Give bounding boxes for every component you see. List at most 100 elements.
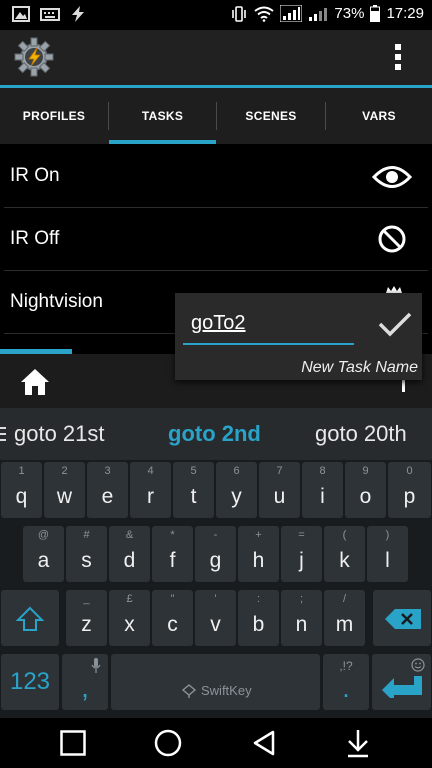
task-row-ir-off[interactable]: IR Off [0, 208, 432, 271]
key-main: e [101, 485, 114, 508]
tasker-gear-icon[interactable] [14, 37, 54, 77]
key-sub: # [83, 529, 90, 541]
task-label: IR Off [10, 228, 60, 249]
key-z[interactable]: _ z [66, 590, 107, 646]
check-icon[interactable] [378, 311, 412, 337]
key-u[interactable]: 7u [259, 462, 300, 518]
status-bar: 73% 17:29 [0, 0, 432, 30]
key-r[interactable]: 4r [130, 462, 171, 518]
key-sub: £ [126, 593, 133, 605]
key-y[interactable]: 6y [216, 462, 257, 518]
key-o[interactable]: 9o [345, 462, 386, 518]
key-c[interactable]: " c [152, 590, 193, 646]
task-name-input[interactable] [185, 307, 365, 339]
key-sub: / [342, 593, 347, 605]
shift-key[interactable] [1, 590, 59, 646]
key-p[interactable]: 0p [388, 462, 431, 518]
key-sub: 0 [406, 465, 413, 477]
key-main: i [320, 485, 325, 508]
key-main: n [295, 613, 308, 636]
period-key[interactable]: ,!? . [323, 654, 369, 710]
key-main: s [81, 549, 92, 572]
key-main: c [167, 613, 178, 636]
key-sub: : [256, 593, 261, 605]
key-main: t [190, 485, 197, 508]
more-vert-icon[interactable] [392, 42, 404, 72]
key-main: h [252, 549, 265, 572]
tab-scenes[interactable]: SCENES [217, 88, 325, 144]
key-main: b [252, 613, 265, 636]
hide-keyboard-icon[interactable] [345, 728, 371, 758]
key-main: w [56, 485, 73, 508]
enter-key[interactable] [372, 654, 431, 710]
key-sub: 3 [104, 465, 111, 477]
menu-lines-icon[interactable] [0, 426, 8, 442]
key-main: f [169, 549, 176, 572]
battery-icon [370, 5, 381, 22]
input-underline [183, 343, 354, 345]
new-task-name-popup: New Task Name [175, 293, 422, 380]
key-main: g [209, 549, 222, 572]
key-sub: + [255, 529, 262, 541]
key-m[interactable]: / m [324, 590, 365, 646]
key-sub: ( [342, 529, 347, 541]
key-b[interactable]: :b [238, 590, 279, 646]
comma-label: , [81, 672, 89, 703]
key-f[interactable]: * f [152, 526, 193, 582]
home-icon[interactable] [20, 368, 50, 396]
key-g[interactable]: -g [195, 526, 236, 582]
suggestion-center[interactable]: goto 2nd [168, 421, 261, 447]
vibrate-icon [232, 5, 247, 22]
key-sub: 7 [276, 465, 283, 477]
key-x[interactable]: £ x [109, 590, 150, 646]
key-n[interactable]: ; n [281, 590, 322, 646]
key-t[interactable]: 5t [173, 462, 214, 518]
numbers-label: 123 [9, 668, 51, 695]
task-row-ir-on[interactable]: IR On [0, 145, 432, 208]
key-sub: ) [385, 529, 390, 541]
key-sub: ' [214, 593, 217, 605]
key-e[interactable]: 3e [87, 462, 128, 518]
tab-vars[interactable]: VARS [326, 88, 432, 144]
key-main: p [403, 485, 416, 508]
suggestion-right[interactable]: goto 20th [315, 421, 407, 447]
key-l[interactable]: ) l [367, 526, 408, 582]
recent-apps-icon[interactable] [60, 730, 86, 756]
key-i[interactable]: 8i [302, 462, 343, 518]
space-key[interactable]: SwiftKey [111, 654, 320, 710]
suggestion-left[interactable]: goto 21st [14, 421, 105, 447]
key-w[interactable]: 2w [44, 462, 85, 518]
key-main: v [210, 613, 221, 636]
keyboard-notification-icon [40, 8, 60, 21]
tab-profiles[interactable]: PROFILES [0, 88, 108, 144]
suggestion-strip: goto 21st goto 2nd goto 20th [0, 408, 432, 460]
swiftkey-logo-icon [181, 684, 197, 698]
flash-notification-icon [72, 6, 84, 22]
key-main: x [124, 613, 135, 636]
key-main: r [147, 485, 154, 508]
navigation-bar [0, 718, 432, 768]
home-nav-icon[interactable] [154, 729, 182, 757]
key-h[interactable]: + h [238, 526, 279, 582]
active-tab-indicator [109, 140, 216, 144]
comma-key[interactable]: , [62, 654, 108, 710]
wifi-icon [254, 6, 275, 22]
key-sub: @ [37, 529, 50, 541]
key-j[interactable]: = j [281, 526, 322, 582]
key-s[interactable]: # s [66, 526, 107, 582]
key-sub: - [213, 529, 218, 541]
key-d[interactable]: & d [109, 526, 150, 582]
tab-tasks[interactable]: TASKS [109, 88, 216, 144]
keyboard: 1q 2w 3e 4r 5t 6y 7u 8i 9o 0p @ a # s & d *… [0, 460, 432, 718]
key-a[interactable]: @ a [23, 526, 64, 582]
key-k[interactable]: (k [324, 526, 365, 582]
back-icon[interactable] [252, 730, 276, 756]
key-v[interactable]: ' v [195, 590, 236, 646]
backspace-key[interactable] [373, 590, 431, 646]
key-q[interactable]: 1q [1, 462, 42, 518]
eye-icon[interactable] [372, 164, 412, 190]
smiley-icon [411, 658, 425, 672]
no-icon[interactable] [377, 224, 407, 254]
key-sub: = [298, 529, 305, 541]
numbers-key[interactable]: 123 [1, 654, 59, 710]
